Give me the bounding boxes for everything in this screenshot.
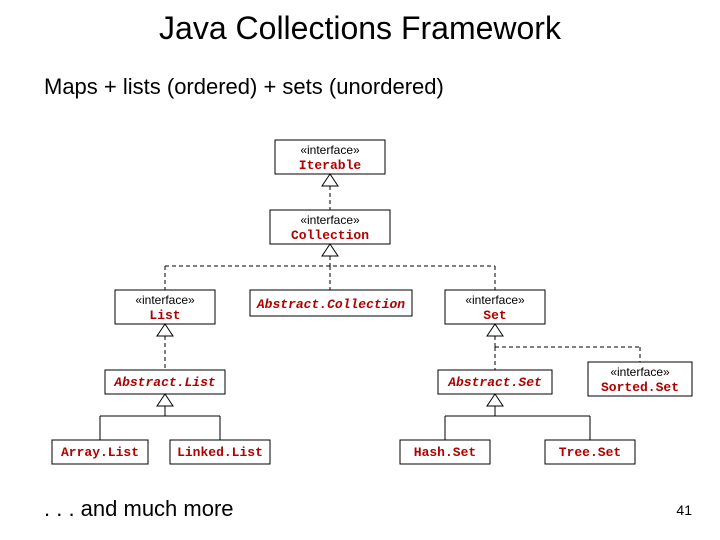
generalization-arrow-icon <box>157 324 173 336</box>
stereotype-label: «interface» <box>300 213 360 227</box>
node-label: Iterable <box>299 158 362 173</box>
stereotype-label: «interface» <box>610 365 670 379</box>
node-set: «interface» Set <box>445 290 545 324</box>
node-label: Collection <box>291 228 369 243</box>
generalization-arrow-icon <box>487 394 503 406</box>
node-label: Array.List <box>61 445 139 460</box>
node-collection: «interface» Collection <box>270 210 390 244</box>
node-label: List <box>149 308 180 323</box>
node-sorted-set: «interface» Sorted.Set <box>588 362 692 396</box>
node-tree-set: Tree.Set <box>545 440 635 464</box>
node-hash-set: Hash.Set <box>400 440 490 464</box>
node-label: Linked.List <box>177 445 263 460</box>
node-list: «interface» List <box>115 290 215 324</box>
node-label: Tree.Set <box>559 445 621 460</box>
node-label: Hash.Set <box>414 445 476 460</box>
node-iterable: «interface» Iterable <box>275 140 385 174</box>
generalization-arrow-icon <box>157 394 173 406</box>
node-abstract-list: Abstract.List <box>105 370 225 394</box>
stereotype-label: «interface» <box>300 143 360 157</box>
stereotype-label: «interface» <box>465 293 525 307</box>
node-label: Abstract.List <box>113 375 215 390</box>
node-abstract-set: Abstract.Set <box>438 370 552 394</box>
generalization-arrow-icon <box>322 174 338 186</box>
node-label: Abstract.Collection <box>256 297 405 312</box>
generalization-arrow-icon <box>487 324 503 336</box>
node-label: Set <box>483 308 506 323</box>
generalization-arrow-icon <box>322 244 338 256</box>
node-array-list: Array.List <box>52 440 148 464</box>
stereotype-label: «interface» <box>135 293 195 307</box>
node-label: Abstract.Set <box>447 375 542 390</box>
node-label: Sorted.Set <box>601 380 679 395</box>
node-linked-list: Linked.List <box>170 440 270 464</box>
uml-diagram: «interface» Iterable «interface» Collect… <box>0 0 720 540</box>
node-abstract-collection: Abstract.Collection <box>250 290 412 316</box>
